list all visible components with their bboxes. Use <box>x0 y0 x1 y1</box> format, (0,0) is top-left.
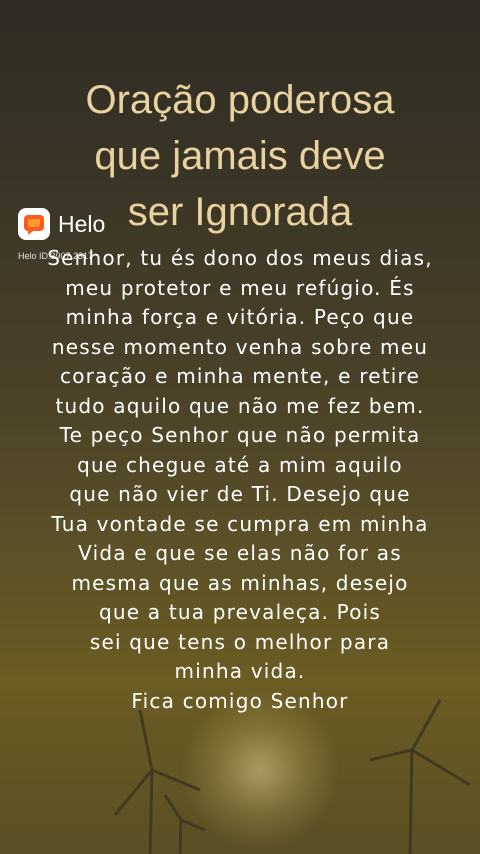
prayer-line: minha força e vitória. Peço que <box>65 305 415 329</box>
prayer-line: que chegue até a mim aquilo <box>77 452 403 477</box>
prayer-line: mesma que as minhas, desejo <box>71 570 409 595</box>
prayer-line: tudo aquilo que não me fez bem. <box>55 393 425 418</box>
helo-watermark: Helo <box>18 208 105 240</box>
prayer-line: coração e minha mente, e retire <box>60 364 420 388</box>
helo-app-name: Helo <box>58 210 106 237</box>
prayer-line: Te peço Senhor que não permita <box>59 423 421 447</box>
helo-user-id: Helo ID:3907 2317 <box>18 251 94 261</box>
prayer-text: Senhor, tu és dono dos meus dias, meu pr… <box>20 244 460 716</box>
prayer-line: nesse momento venha sobre meu <box>51 334 429 359</box>
title-line: Oração poderosa <box>85 78 395 122</box>
prayer-line: Vida e que se elas não for as <box>78 541 402 565</box>
prayer-line: que não vier de Ti. Desejo que <box>69 482 411 506</box>
prayer-line: Fica comigo Senhor <box>131 688 349 713</box>
prayer-line: Tua vontade se cumpra em minha <box>51 511 429 536</box>
helo-logo-icon <box>18 208 50 240</box>
prayer-line: meu protetor e meu refúgio. És <box>65 275 415 300</box>
title-line: que jamais deve <box>94 134 386 178</box>
prayer-line: que a tua prevaleça. Pois <box>98 600 382 624</box>
prayer-line: sei que tens o melhor para <box>89 629 391 654</box>
prayer-line: minha vida. <box>174 659 306 683</box>
